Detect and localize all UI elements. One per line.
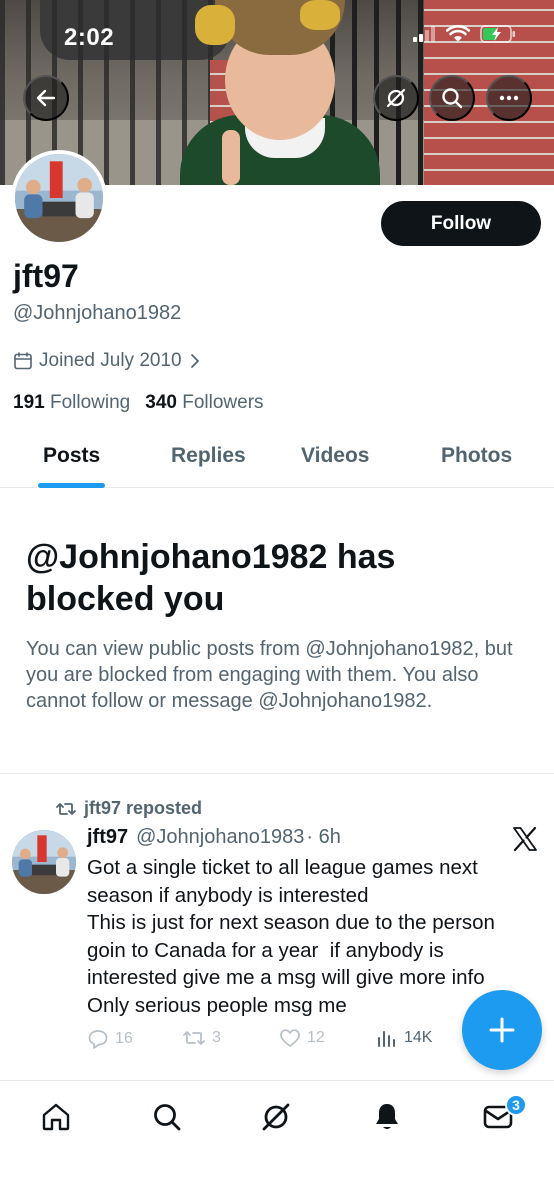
reply-icon — [88, 1030, 108, 1049]
calendar-icon — [14, 352, 32, 370]
views-chart-icon — [378, 1031, 395, 1047]
status-time: 2:02 — [64, 24, 115, 51]
following-label: Following — [49, 392, 131, 413]
follow-button[interactable]: Follow — [381, 201, 541, 246]
like-count: 12 — [307, 1029, 325, 1046]
post-text-line: interested give me a msg will give more … — [87, 966, 485, 990]
repost-icon — [56, 802, 76, 815]
status-icons — [412, 25, 516, 43]
more-options-button[interactable] — [486, 75, 532, 121]
post-text: Got a single ticket to all league games … — [87, 854, 527, 1020]
profile-avatar[interactable] — [11, 150, 107, 246]
profile-tabs: Posts Replies Videos Photos — [0, 430, 554, 488]
x-logo-icon — [513, 826, 537, 852]
nav-grok[interactable] — [251, 1097, 301, 1137]
post-text-line: Got a single ticket to all league games … — [87, 856, 478, 879]
like-button[interactable]: 12 — [279, 1028, 325, 1048]
followers-label: Followers — [182, 392, 264, 413]
post-time: · 6h — [306, 826, 341, 848]
joined-label: Joined July 2010 — [39, 350, 182, 371]
profile-handle: @Johnjohano1982 — [13, 302, 182, 324]
plus-icon — [489, 1017, 515, 1043]
search-button[interactable] — [429, 75, 475, 121]
grok-icon — [386, 88, 406, 108]
search-icon — [442, 88, 463, 109]
blocked-title: @Johnjohano1982 has blocked you — [26, 538, 396, 618]
post-header: jft97 @Johnjohano1983 · 6h — [87, 826, 341, 849]
messages-badge: 3 — [505, 1094, 527, 1116]
repost-button[interactable]: 3 — [182, 1028, 221, 1048]
tab-videos[interactable]: Videos — [301, 444, 369, 468]
reply-button[interactable]: 16 — [87, 1028, 133, 1050]
tab-replies[interactable]: Replies — [171, 444, 246, 468]
post-actions: 16 3 12 14K — [87, 1028, 467, 1056]
bottom-navigation: 3 — [0, 1080, 554, 1200]
follow-counts: 191 Following 340 Followers — [13, 392, 264, 414]
active-tab-indicator — [38, 483, 105, 488]
followers-count: 340 — [145, 392, 177, 413]
wifi-icon — [446, 25, 470, 42]
grok-button[interactable] — [373, 75, 419, 121]
nav-home[interactable] — [31, 1097, 81, 1137]
tab-posts[interactable]: Posts — [43, 444, 100, 468]
post-text-line: This is just for next season due to the … — [87, 911, 495, 935]
avatar-photo — [12, 830, 76, 894]
repost-indicator: jft97 reposted — [56, 798, 202, 819]
grok-icon — [262, 1103, 290, 1131]
post-author-avatar[interactable] — [12, 830, 76, 894]
repost-label: jft97 reposted — [84, 798, 203, 818]
view-count: 14K — [404, 1029, 433, 1046]
views-button[interactable]: 14K — [376, 1028, 432, 1048]
chevron-right-icon — [190, 354, 199, 368]
nav-notifications[interactable] — [362, 1097, 412, 1137]
arrow-left-icon — [36, 89, 56, 107]
more-dots-icon — [499, 95, 519, 101]
post-text-line: Only serious people msg me — [87, 993, 347, 1017]
nav-search[interactable] — [142, 1097, 192, 1137]
cellular-signal-icon — [413, 26, 435, 42]
status-bar: 2:02 — [0, 0, 554, 70]
divider — [0, 773, 554, 774]
home-icon — [42, 1103, 70, 1131]
post-text-line: season if anybody is interested — [87, 883, 369, 907]
profile-display-name: jft97 — [13, 258, 79, 294]
following-link[interactable]: 191 Following — [13, 392, 130, 414]
joined-date[interactable]: Joined July 2010 — [13, 350, 202, 372]
following-count: 191 — [13, 392, 45, 413]
banner-child-hand — [222, 130, 240, 185]
post-text-line: goin to Canada for a year if anybody is — [87, 938, 444, 962]
blocked-description: You can view public posts from @Johnjoha… — [26, 638, 513, 712]
reply-count: 16 — [115, 1030, 133, 1047]
repost-icon — [183, 1031, 205, 1045]
bell-icon — [376, 1104, 398, 1129]
post-author-handle[interactable]: @Johnjohano1983 — [136, 826, 304, 849]
search-icon — [154, 1104, 181, 1131]
avatar-photo — [15, 154, 103, 242]
back-button[interactable] — [23, 75, 69, 121]
heart-icon — [280, 1029, 300, 1047]
compose-post-button[interactable] — [462, 990, 542, 1070]
tab-photos[interactable]: Photos — [441, 444, 512, 468]
followers-link[interactable]: 340 Followers — [145, 392, 263, 414]
post-author-name[interactable]: jft97 — [87, 826, 128, 849]
battery-charging-icon — [480, 25, 515, 43]
repost-count: 3 — [212, 1029, 221, 1046]
